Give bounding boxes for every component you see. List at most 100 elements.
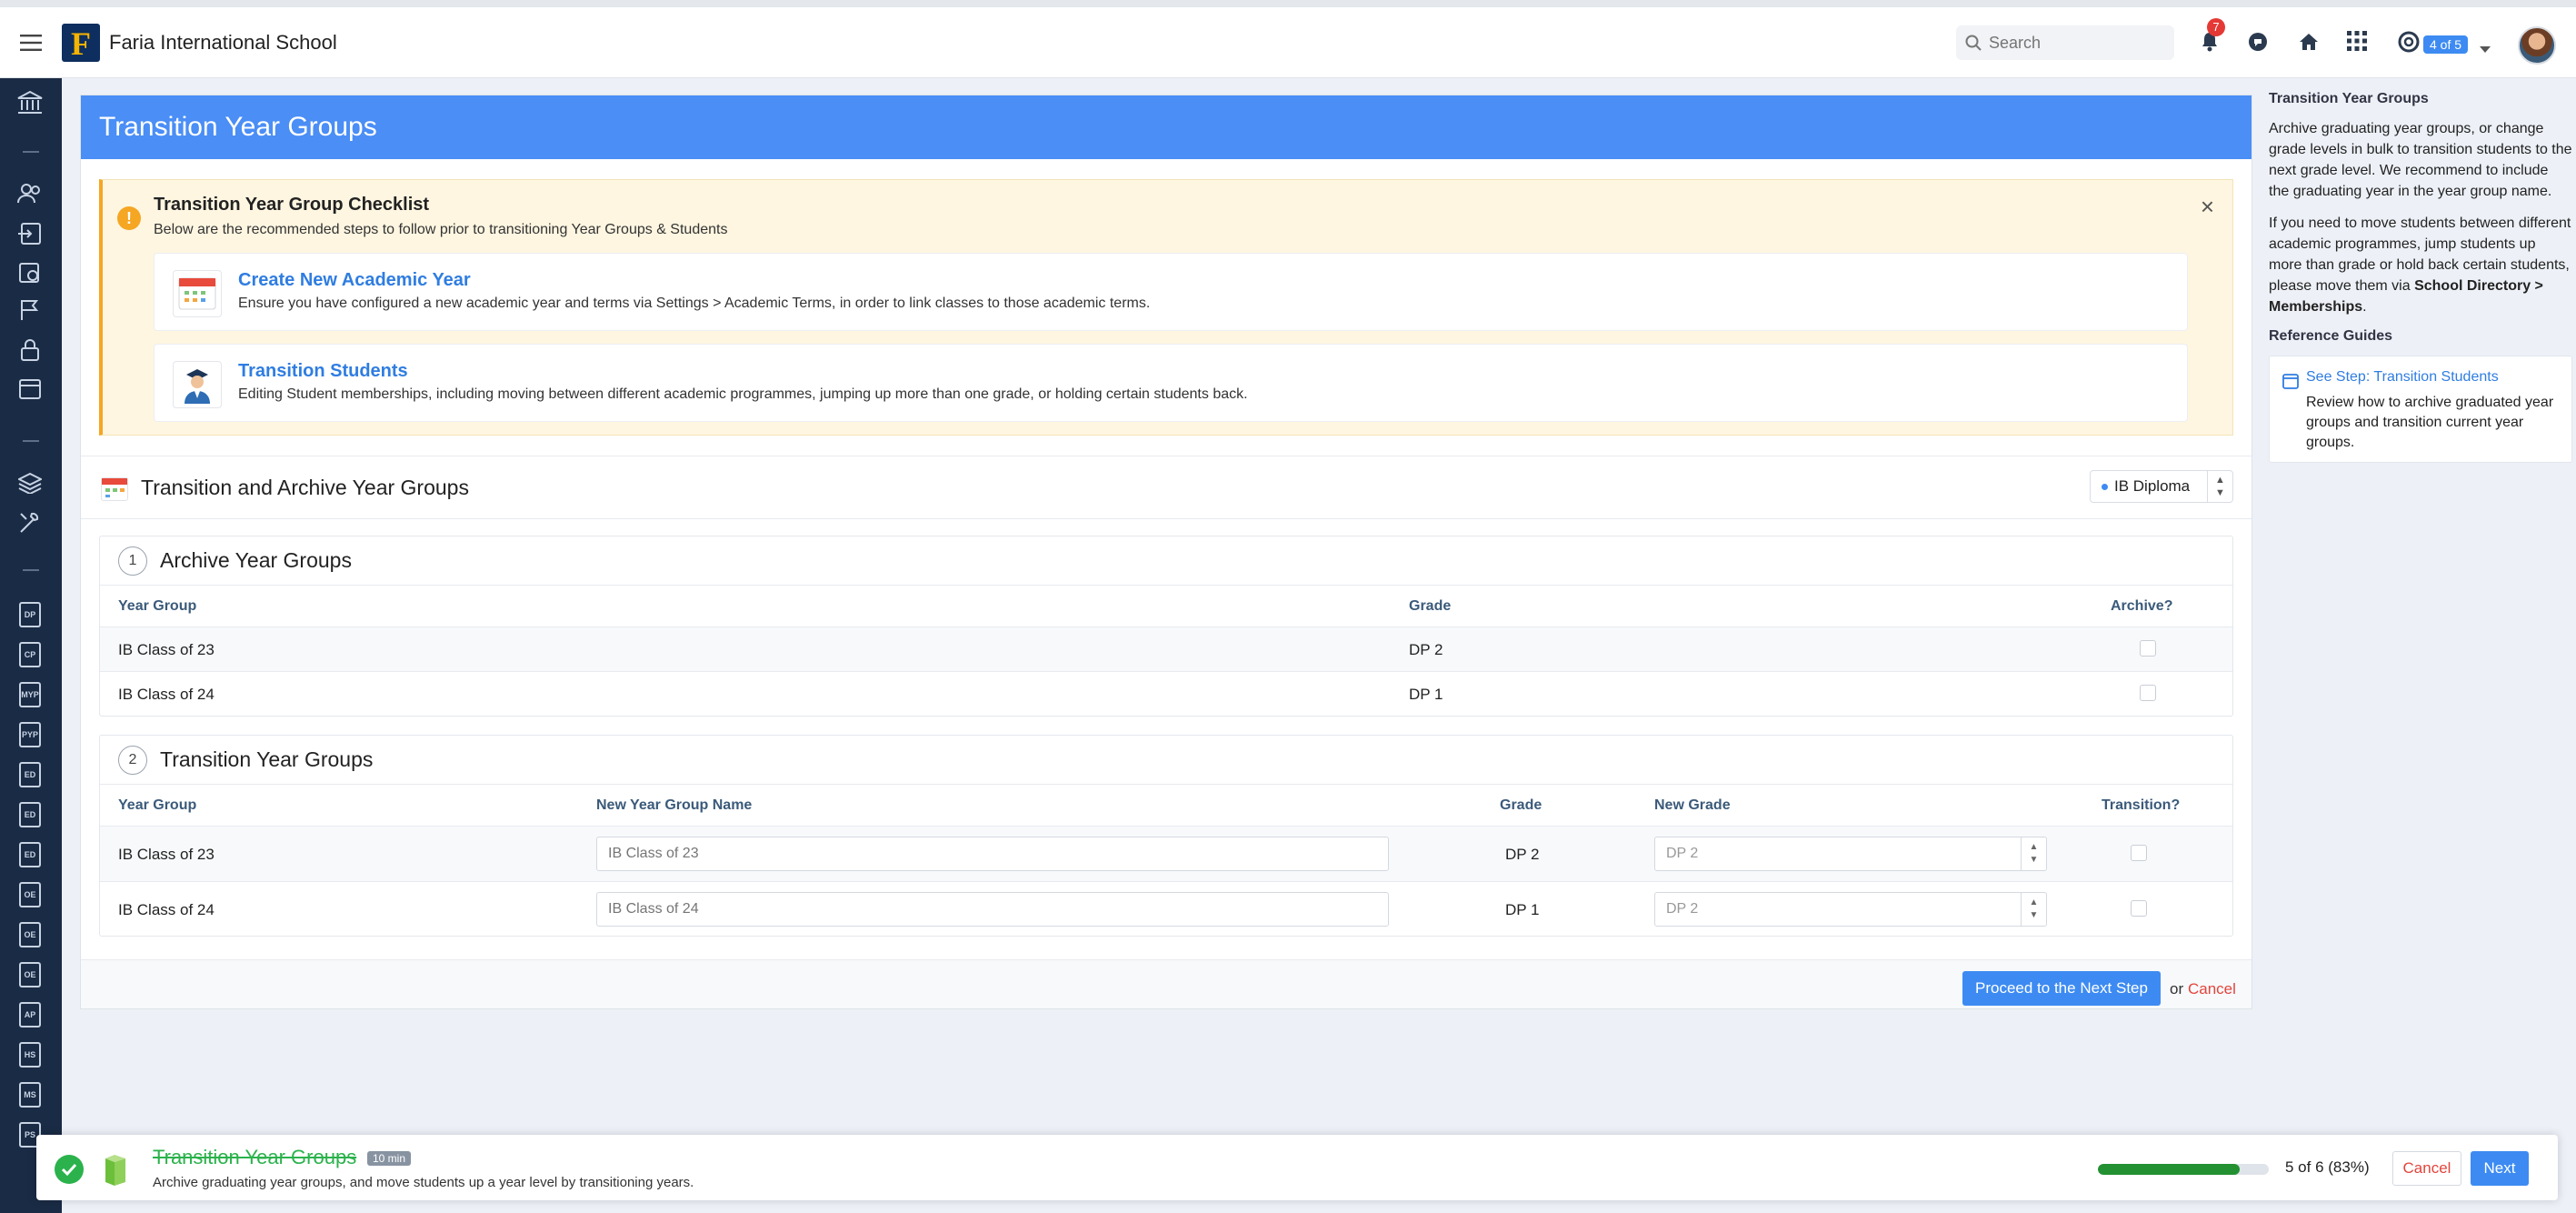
progress-pill[interactable]: 4 of 5 <box>2423 35 2469 54</box>
col-archive: Archive? <box>2111 598 2173 614</box>
help-title: Transition Year Groups <box>2269 91 2429 106</box>
search-box[interactable] <box>1956 25 2174 60</box>
help-paragraph: Archive graduating year groups, or chang… <box>2269 121 2572 199</box>
checklist-step-academic-year[interactable]: Create New Academic Year Ensure you have… <box>154 253 2188 331</box>
help-sidebar: Transition Year Groups Archive graduatin… <box>2269 91 2572 463</box>
archive-checkbox[interactable] <box>2140 640 2156 657</box>
calendar-clock-icon[interactable] <box>16 258 44 286</box>
step-link-transition-students[interactable]: Transition Students <box>238 361 408 382</box>
select-arrows-icon: ▲ ▼ <box>2207 471 2232 502</box>
programme-select-value: IB Diploma <box>2114 477 2191 495</box>
checklist-subtitle: Below are the recommended steps to follo… <box>154 222 728 237</box>
main-card: Transition Year Groups ! Transition Year… <box>80 95 2252 1009</box>
help-paragraph: If you need to move students between dif… <box>2269 213 2572 317</box>
proceed-button[interactable]: Proceed to the Next Step <box>1962 971 2161 1006</box>
enter-icon[interactable] <box>16 220 44 247</box>
home-icon[interactable] <box>2298 31 2320 57</box>
new-year-group-name-input[interactable] <box>596 837 1389 871</box>
cp-programme-icon[interactable]: CP <box>19 642 41 667</box>
reference-card[interactable]: See Step: Transition Students Review how… <box>2269 356 2572 463</box>
messages-icon[interactable] <box>2247 31 2269 57</box>
archive-panel: 1 Archive Year Groups Year Group Grade A… <box>99 536 2233 717</box>
calendar-icon <box>2282 374 2299 389</box>
hs-programme-icon[interactable]: HS <box>19 1042 41 1068</box>
ed-programme-icon[interactable]: ED <box>19 762 41 787</box>
step-description: Editing Student memberships, including m… <box>238 386 1248 402</box>
step-number: 2 <box>118 745 147 775</box>
col-new-year-group-name: New Year Group Name <box>596 797 753 813</box>
checklist-step-transition-students[interactable]: Transition Students Editing Student memb… <box>154 344 2188 422</box>
col-new-grade: New Grade <box>1654 797 1731 813</box>
transition-checkbox[interactable] <box>2131 900 2147 917</box>
caret-down-icon[interactable] <box>2480 40 2491 58</box>
toast-subtitle: Archive graduating year groups, and move… <box>153 1175 694 1190</box>
table-row: IB Class of 24 DP 1 <box>100 672 2232 716</box>
table-row: IB Class of 24 DP 1 DP 2 ▲▼ <box>100 882 2232 935</box>
archive-panel-title: Archive Year Groups <box>160 548 352 572</box>
help-paragraph-text: . <box>2362 299 2367 315</box>
checklist-alert: ! Transition Year Group Checklist Below … <box>99 179 2233 436</box>
step-link-create-academic-year[interactable]: Create New Academic Year <box>238 270 471 291</box>
user-avatar[interactable] <box>2518 26 2556 65</box>
close-icon[interactable]: × <box>2201 193 2214 221</box>
calendar-icon <box>173 270 222 317</box>
col-grade: Grade <box>1409 598 1452 614</box>
school-logo[interactable]: F <box>62 23 100 62</box>
nav-divider <box>23 440 39 442</box>
transition-checkbox[interactable] <box>2131 845 2147 861</box>
menu-icon[interactable] <box>0 34 62 52</box>
cancel-link[interactable]: Cancel <box>2188 980 2236 998</box>
new-year-group-name-input[interactable] <box>596 892 1389 927</box>
search-input[interactable] <box>1989 33 2162 53</box>
top-bar: F Faria International School 7 4 of 5 <box>0 0 2576 78</box>
table-row: IB Class of 23 DP 2 DP 2 ▲▼ <box>100 827 2232 882</box>
ap-programme-icon[interactable]: AP <box>19 1002 41 1028</box>
dp-programme-icon[interactable]: DP <box>19 602 41 627</box>
step-description: Ensure you have configured a new academi… <box>238 296 1151 311</box>
reference-link[interactable]: See Step: Transition Students <box>2306 369 2559 386</box>
oe-programme-icon[interactable]: OE <box>19 962 41 987</box>
lock-icon[interactable] <box>16 336 44 364</box>
new-grade-select[interactable]: DP 2 ▲ ▼ <box>1654 892 2047 927</box>
or-text: or <box>2170 980 2184 997</box>
new-grade-select[interactable]: DP 2 ▲ ▼ <box>1654 837 2047 871</box>
institution-icon[interactable] <box>16 89 44 116</box>
duration-badge: 10 min <box>367 1151 412 1166</box>
ms-programme-icon[interactable]: MS <box>19 1082 41 1108</box>
reference-guides-title: Reference Guides <box>2269 328 2393 344</box>
transition-panel-header: 2 Transition Year Groups <box>100 736 2232 785</box>
cancel-button[interactable]: Cancel <box>2392 1151 2461 1186</box>
users-icon[interactable] <box>16 180 44 207</box>
pyp-programme-icon[interactable]: PYP <box>19 722 41 747</box>
layers-icon[interactable] <box>16 469 44 496</box>
select-arrows-icon: ▲ ▼ <box>2021 893 2046 926</box>
ed-programme-icon[interactable]: ED <box>19 842 41 867</box>
progress-bar <box>2098 1164 2269 1175</box>
oe-programme-icon[interactable]: OE <box>19 882 41 907</box>
school-name[interactable]: Faria International School <box>109 31 337 55</box>
nav-divider <box>23 151 39 153</box>
warning-icon: ! <box>117 206 141 230</box>
col-transition: Transition? <box>2102 797 2181 813</box>
left-nav: DP CP MYP PYP ED ED ED OE OE OE AP HS MS… <box>0 78 62 1213</box>
select-arrows-icon: ▲ ▼ <box>2021 837 2046 870</box>
apps-grid-icon[interactable] <box>2347 31 2367 55</box>
year-group-cell: IB Class of 23 <box>118 641 215 658</box>
grade-cell: DP 2 <box>1409 641 1443 658</box>
archive-panel-header: 1 Archive Year Groups <box>100 536 2232 586</box>
lifebuoy-icon[interactable] <box>2398 31 2420 57</box>
transition-panel-title: Transition Year Groups <box>160 747 374 771</box>
new-grade-value: DP 2 <box>1666 901 1699 917</box>
onboarding-toast: Transition Year Groups 10 min Archive gr… <box>36 1135 2558 1200</box>
ed-programme-icon[interactable]: ED <box>19 802 41 827</box>
flag-icon[interactable] <box>16 296 44 324</box>
myp-programme-icon[interactable]: MYP <box>19 682 41 707</box>
next-button[interactable]: Next <box>2471 1151 2529 1186</box>
programme-select[interactable]: IB Diploma ▲ ▼ <box>2090 470 2233 503</box>
tools-icon[interactable] <box>16 509 44 536</box>
archive-checkbox[interactable] <box>2140 685 2156 701</box>
calendar-icon[interactable] <box>16 375 44 402</box>
oe-programme-icon[interactable]: OE <box>19 922 41 947</box>
checklist-title: Transition Year Group Checklist <box>154 195 430 215</box>
section-header: Transition and Archive Year Groups IB Di… <box>81 456 2252 519</box>
